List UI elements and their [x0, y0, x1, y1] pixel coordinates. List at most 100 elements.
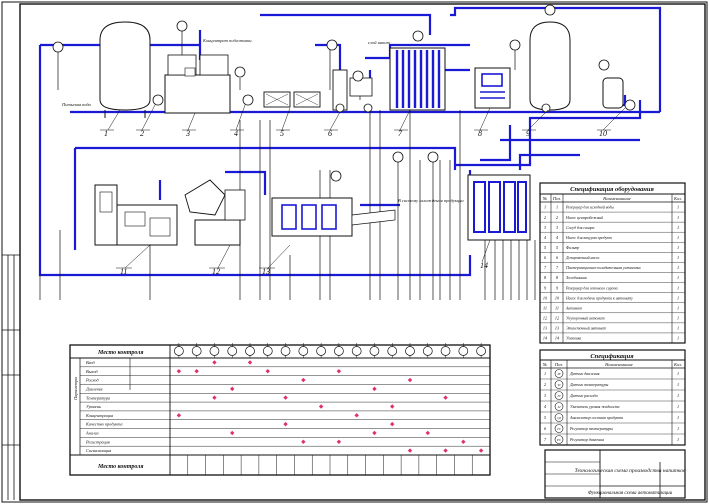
spec-row-qty: 1: [677, 245, 679, 250]
binding-strip: [2, 254, 20, 500]
spec-row-name: Насос для подачи продукта к автомату: [565, 296, 633, 300]
filling-machine: [94, 184, 178, 246]
spec-row-no: 4: [544, 235, 546, 240]
spec-row-no: 3: [544, 225, 546, 230]
spec-row-qty: 1: [677, 255, 679, 260]
spec-row-name: Резервуар для исходной воды: [565, 205, 614, 210]
filters: [263, 91, 321, 108]
control-row-label: Регистрация: [85, 439, 110, 444]
callout-5: 5: [280, 129, 284, 138]
control-row-label: Давление: [85, 386, 103, 391]
equipment-spec-title: Спецификация оборудования: [570, 186, 654, 193]
instr-row-qty: 1: [677, 437, 679, 442]
spec-row-no: 2: [544, 215, 546, 220]
control-bubble-icon: [387, 346, 398, 356]
instr-header-pos: Поз.: [554, 362, 563, 367]
instr-row-name: Датчик давления: [569, 371, 600, 376]
spec-row-name: Пастеризационно-охладительная установка: [565, 266, 641, 270]
raw-water-tank: [99, 21, 151, 118]
spec-row-name: Насос центробежный: [565, 215, 603, 220]
instr-row-no: 1: [544, 371, 546, 376]
spec-row-qty: 1: [677, 275, 679, 280]
spec-row-no: 11: [543, 305, 547, 310]
callout-3: 3: [185, 129, 190, 138]
syrup-vessel: [164, 54, 231, 114]
control-row-label: Сигнализация: [86, 448, 111, 453]
spec-row-name: Насос для вакуума продукт: [565, 236, 612, 240]
spec-row-qty: 1: [677, 225, 679, 230]
instr-row-no: 4: [544, 404, 546, 409]
spec-row-name: Сосуд для сахара: [566, 226, 595, 230]
instr-row-qty: 1: [677, 415, 679, 420]
control-bubble-icon: [405, 346, 415, 356]
spec-row-pos: 14: [555, 336, 559, 341]
spec-row-qty: 1: [677, 326, 679, 331]
annotation-cooling: В систему охлаждения продукции: [398, 198, 464, 203]
spec-row-pos: 13: [555, 326, 559, 331]
control-table: Место контроля Место контроля Параметры …: [69, 344, 491, 476]
control-row-label: Температура: [86, 395, 110, 400]
control-bubble-icon: [191, 346, 202, 356]
instr-row-name: Анализатор состава продукта: [569, 415, 623, 420]
pasteurizer-plate-heat-exchanger: [389, 47, 446, 111]
spec-row-no: 14: [543, 336, 547, 341]
annotation-fruit: Концентрат подготовки: [202, 38, 252, 43]
control-table-footer: Место контроля: [97, 464, 143, 470]
spec-row-pos: 5: [556, 245, 558, 250]
instrument-spec-title: Спецификация: [590, 353, 634, 360]
instr-header-name: Наименование: [604, 362, 633, 367]
spec-row-pos: 4: [556, 235, 558, 240]
control-row-label: Уровень: [86, 404, 101, 409]
control-bubble-icon: [316, 346, 326, 356]
product-feed-vessel: [602, 77, 624, 109]
instr-row-qty: 1: [677, 426, 679, 431]
callout-2: 2: [140, 129, 144, 138]
capping-machine: [184, 179, 246, 246]
spec-row-name: Резервуар для готового сиропа: [565, 286, 618, 290]
instr-header-qty: Кол.: [673, 362, 682, 367]
spec-header-pos: Поз.: [552, 196, 561, 201]
control-bubble-icon: [440, 346, 451, 356]
annotation-pipe: слой напит: [368, 40, 391, 45]
instr-row-name: Датчик температуры: [569, 382, 609, 387]
instr-row-no: 5: [544, 415, 546, 420]
instr-row-no: 3: [544, 393, 546, 398]
callout-11: 11: [120, 267, 127, 276]
spec-row-no: 13: [543, 326, 547, 331]
equipment-spec-table: Спецификация оборудования № Поз. Наименова…: [539, 182, 686, 344]
title-block-title: Технологическая схема производства напит…: [575, 467, 686, 474]
control-table-side-label: Параметры: [73, 377, 78, 401]
callout-1: 1: [104, 129, 108, 138]
callout-12: 12: [212, 267, 220, 276]
equipment-callouts: 1 2 3 4 5 6 7 8 9 10 11 12 13 14: [104, 129, 607, 276]
spec-header-qty: Кол.: [673, 196, 682, 201]
control-row-label: Концентрация: [85, 413, 113, 418]
control-bubble-icon: [262, 346, 273, 356]
spec-row-qty: 1: [677, 235, 679, 240]
instr-row-qty: 1: [677, 382, 679, 387]
cooler: [474, 67, 511, 109]
control-bubble-icon: [174, 346, 184, 356]
control-bubble-icon: [458, 346, 469, 356]
instr-row-name: Датчик расхода: [569, 393, 598, 398]
technological-drawing: 1 2 3 4 5 6 7 8 9 10 11 12 13 14 Питьева…: [1, 1, 708, 503]
control-bubble-icon: [280, 346, 291, 356]
spec-header-name: Наименование: [602, 196, 631, 201]
title-block-subtitle: Функциональная схема автоматизации: [588, 491, 673, 496]
instr-row-qty: 1: [677, 404, 679, 409]
control-bubble-icon: [351, 346, 362, 356]
control-bubble-icon: [245, 346, 255, 356]
control-bubble-icon: [227, 346, 238, 356]
spec-row-name: Этикеточный автомат: [566, 326, 606, 331]
callout-6: 6: [328, 129, 332, 138]
callout-7: 7: [398, 129, 403, 138]
callout-13: 13: [262, 267, 270, 276]
annotation-water: Питьевая вода: [61, 102, 92, 107]
instr-row-name: Указатель уровня жидкости: [570, 404, 619, 409]
spec-row-qty: 1: [677, 336, 679, 341]
control-row-label: Расход: [85, 378, 99, 383]
spec-header-no: №: [542, 196, 547, 201]
spec-row-no: 1: [544, 205, 546, 210]
control-row-label: Качество продукта: [85, 422, 123, 427]
spec-row-no: 5: [544, 245, 546, 250]
